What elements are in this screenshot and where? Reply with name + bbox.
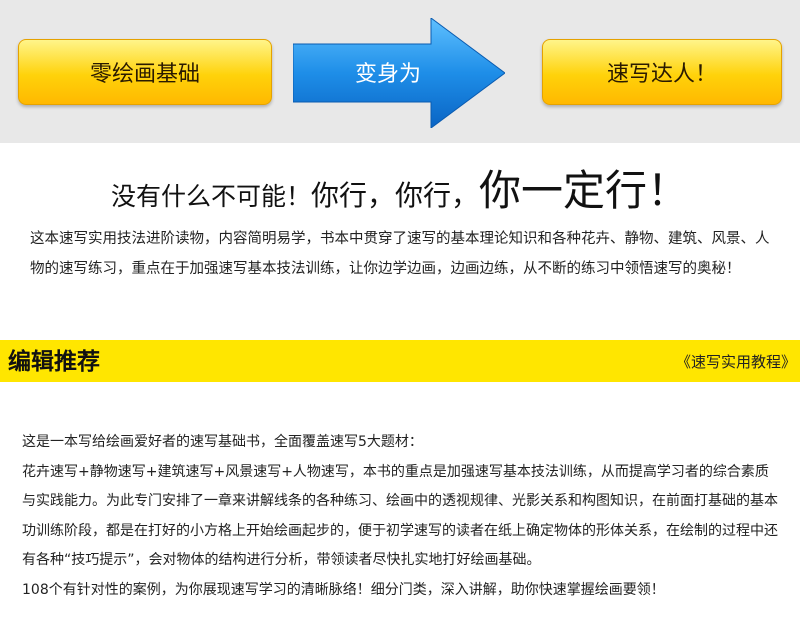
headline-part3: 你一定行！	[479, 166, 690, 215]
left-box-label: 零绘画基础	[89, 62, 200, 87]
right-yellow-box: 速写达人！	[542, 39, 782, 105]
headline-part1: 没有什么不可能！	[110, 182, 311, 211]
headline: 没有什么不可能！ 你行，你行， 你一定行！	[0, 157, 800, 219]
details-paragraph-1: 这是一本写给绘画爱好者的速写基础书，全面覆盖速写5大题材：	[22, 434, 423, 450]
section-title: 编辑推荐	[8, 349, 100, 375]
intro-paragraph: 这本速写实用技法进阶读物，内容简明易学，书本中贯穿了速写的基本理论知识和各种花卉…	[30, 231, 770, 277]
right-box-label: 速写达人！	[606, 62, 717, 87]
headline-part2: 你行，你行，	[310, 179, 479, 212]
arrow-label: 变身为	[354, 62, 421, 87]
details-paragraph-3: 108个有针对性的案例，为你展现速写学习的清晰脉络！细分门类，深入讲解，助你快速…	[22, 581, 665, 598]
details-text: 这是一本写给绘画爱好者的速写基础书，全面覆盖速写5大题材： 花卉速写+静物速写+…	[22, 428, 782, 605]
book-title: 《速写实用教程》	[675, 353, 796, 371]
left-yellow-box: 零绘画基础	[18, 39, 272, 105]
details-paragraph-2: 花卉速写+静物速写+建筑速写+风景速写+人物速写，本书的重点是加强速写基本技法训…	[22, 463, 778, 569]
